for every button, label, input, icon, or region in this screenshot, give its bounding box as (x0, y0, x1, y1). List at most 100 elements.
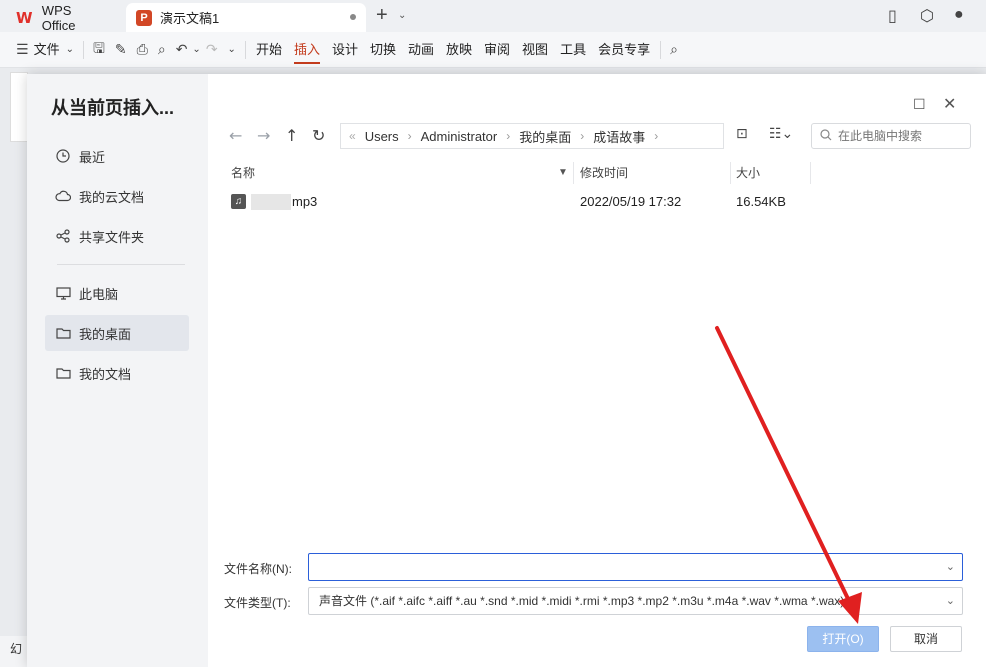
filetype-select[interactable]: 声音文件 (*.aif *.aifc *.aiff *.au *.snd *.m… (308, 587, 963, 615)
tab-slideshow[interactable]: 放映 (440, 32, 478, 68)
divider (82, 40, 84, 59)
tab-wps-office[interactable]: W WPS Office (6, 2, 118, 33)
sidebar-item-label: 此电脑 (79, 286, 119, 302)
folder-icon (55, 325, 71, 341)
open-button[interactable]: 打开(O) (807, 626, 879, 652)
monitor-icon (55, 285, 71, 301)
breadcrumb-overflow-icon[interactable]: « (349, 129, 356, 143)
breadcrumb-item[interactable]: 我的桌面 (519, 127, 571, 146)
back-arrow-icon[interactable]: ← (229, 126, 242, 145)
maximize-icon[interactable]: ☐ (913, 96, 926, 113)
sidebar-item-label: 我的云文档 (79, 189, 145, 205)
search-input[interactable] (838, 129, 962, 143)
unsaved-dot-icon[interactable] (350, 14, 356, 20)
divider (660, 40, 662, 59)
sidebar-item-documents[interactable]: 我的文档 (45, 355, 189, 391)
sidebar-item-label: 最近 (79, 149, 106, 165)
file-modified: 2022/05/19 17:32 (580, 194, 682, 209)
up-arrow-icon[interactable]: ↑ (285, 126, 298, 145)
undo-icon[interactable]: ↶ (171, 42, 193, 58)
brush-icon[interactable]: ✎ (110, 42, 132, 58)
save-icon[interactable]: 🖫 (88, 38, 110, 62)
ribbon-toolbar: ☰ 文件 ⌄ 🖫 ✎ ⎙ ⌕ ↶ ⌄ ↷ ⌄ 开始 插入 设计 切换 动画 放映… (0, 32, 986, 68)
sidebar-item-cloud-docs[interactable]: 我的云文档 (45, 178, 189, 214)
column-divider[interactable] (730, 162, 731, 184)
dialog-title: 从当前页插入... (51, 98, 175, 118)
tab-animation[interactable]: 动画 (402, 32, 440, 68)
redacted-filename (251, 194, 291, 210)
cube-icon[interactable]: ⬡ (920, 6, 934, 26)
close-icon[interactable]: ✕ (943, 94, 956, 114)
redo-icon[interactable]: ↷ (201, 42, 223, 58)
sort-down-icon[interactable]: ▼ (558, 162, 568, 184)
column-divider[interactable] (810, 162, 811, 184)
breadcrumb-item[interactable]: 成语故事 (593, 127, 645, 146)
file-size: 16.54KB (736, 194, 786, 209)
folder-icon (55, 365, 71, 381)
breadcrumb-item[interactable]: Administrator (421, 129, 498, 144)
breadcrumb-item[interactable]: Users (365, 129, 399, 144)
sidebar-item-label: 共享文件夹 (79, 229, 145, 245)
tab-design[interactable]: 设计 (326, 32, 364, 68)
layout-panel-icon[interactable]: ▯ (888, 6, 897, 26)
sidebar-item-label: 我的文档 (79, 366, 132, 382)
column-header-size[interactable]: 大小 (736, 162, 760, 184)
breadcrumb-separator-icon: › (580, 129, 585, 143)
menu-lines-icon[interactable]: ☰ (0, 42, 34, 58)
column-divider[interactable] (573, 162, 574, 184)
sidebar-item-this-pc[interactable]: 此电脑 (45, 275, 189, 311)
cancel-button[interactable]: 取消 (890, 626, 962, 652)
tab-review[interactable]: 审阅 (478, 32, 516, 68)
filename-input[interactable]: ⌄ (308, 553, 963, 581)
sidebar-item-shared-folder[interactable]: 共享文件夹 (45, 218, 189, 254)
wps-logo-icon: W (16, 8, 33, 27)
more-chevron-icon[interactable]: ⌄ (223, 44, 241, 55)
tab-document[interactable]: P 演示文稿1 (126, 3, 366, 32)
share-icon (55, 228, 71, 244)
filename-label: 文件名称(N): (224, 562, 292, 576)
breadcrumb-separator-icon: › (506, 129, 511, 143)
tab-view[interactable]: 视图 (516, 32, 554, 68)
title-bar: W WPS Office P 演示文稿1 + ⌄ ▯ ⬡ ● (0, 0, 986, 33)
new-tab-chevron-down-icon[interactable]: ⌄ (398, 10, 406, 21)
divider (244, 40, 246, 59)
view-mode-icon[interactable]: ☷⌄ (769, 126, 793, 142)
tab-wps-label: WPS Office (41, 2, 76, 33)
status-bar-text: 幻 (0, 636, 30, 667)
tab-home[interactable]: 开始 (250, 32, 288, 68)
tab-membership[interactable]: 会员专享 (592, 32, 656, 68)
sidebar-item-desktop[interactable]: 我的桌面 (45, 315, 189, 351)
chevron-down-icon[interactable]: ⌄ (946, 554, 955, 580)
undo-chevron-icon[interactable]: ⌄ (192, 44, 200, 55)
print-preview-icon[interactable]: ⌕ (153, 42, 171, 58)
new-tab-plus-icon[interactable]: + (376, 5, 388, 25)
breadcrumb-separator-icon[interactable]: › (654, 129, 658, 143)
refresh-icon[interactable]: ↻ (312, 126, 325, 145)
chevron-down-icon[interactable]: ⌄ (946, 588, 955, 614)
filetype-label: 文件类型(T): (224, 596, 291, 610)
breadcrumb-separator-icon: › (407, 129, 412, 143)
file-row[interactable]: ♫ mp3 2022/05/19 17:32 16.54KB (227, 190, 807, 214)
print-icon[interactable]: ⎙ (132, 42, 153, 58)
sidebar-item-recent[interactable]: 最近 (45, 138, 189, 174)
column-header-modified[interactable]: 修改时间 (580, 162, 628, 184)
tab-document-label: 演示文稿1 (160, 11, 220, 26)
search-box[interactable] (811, 123, 971, 149)
forward-arrow-icon[interactable]: → (257, 126, 270, 145)
tab-insert[interactable]: 插入 (288, 32, 326, 68)
filetype-value: 声音文件 (*.aif *.aifc *.aiff *.au *.snd *.m… (319, 594, 845, 608)
file-menu-chevron-icon[interactable]: ⌄ (66, 44, 79, 55)
column-header-name[interactable]: 名称 (231, 162, 255, 184)
slide-thumbnail[interactable] (10, 72, 28, 142)
search-icon[interactable]: ⌕ (665, 42, 683, 58)
sidebar-divider (57, 264, 185, 265)
dialog-sidebar: 从当前页插入... 最近 我的云文档 共享文件夹 此电脑 我的桌面 我的文档 (27, 74, 208, 667)
cloud-icon (55, 188, 71, 204)
file-menu[interactable]: 文件 (34, 32, 66, 68)
file-name: mp3 (292, 194, 318, 209)
tab-transition[interactable]: 切换 (364, 32, 402, 68)
avatar[interactable]: ● (954, 6, 964, 24)
new-folder-icon[interactable]: ⊡ (736, 126, 748, 142)
tab-tools[interactable]: 工具 (554, 32, 592, 68)
presentation-icon: P (136, 9, 152, 26)
